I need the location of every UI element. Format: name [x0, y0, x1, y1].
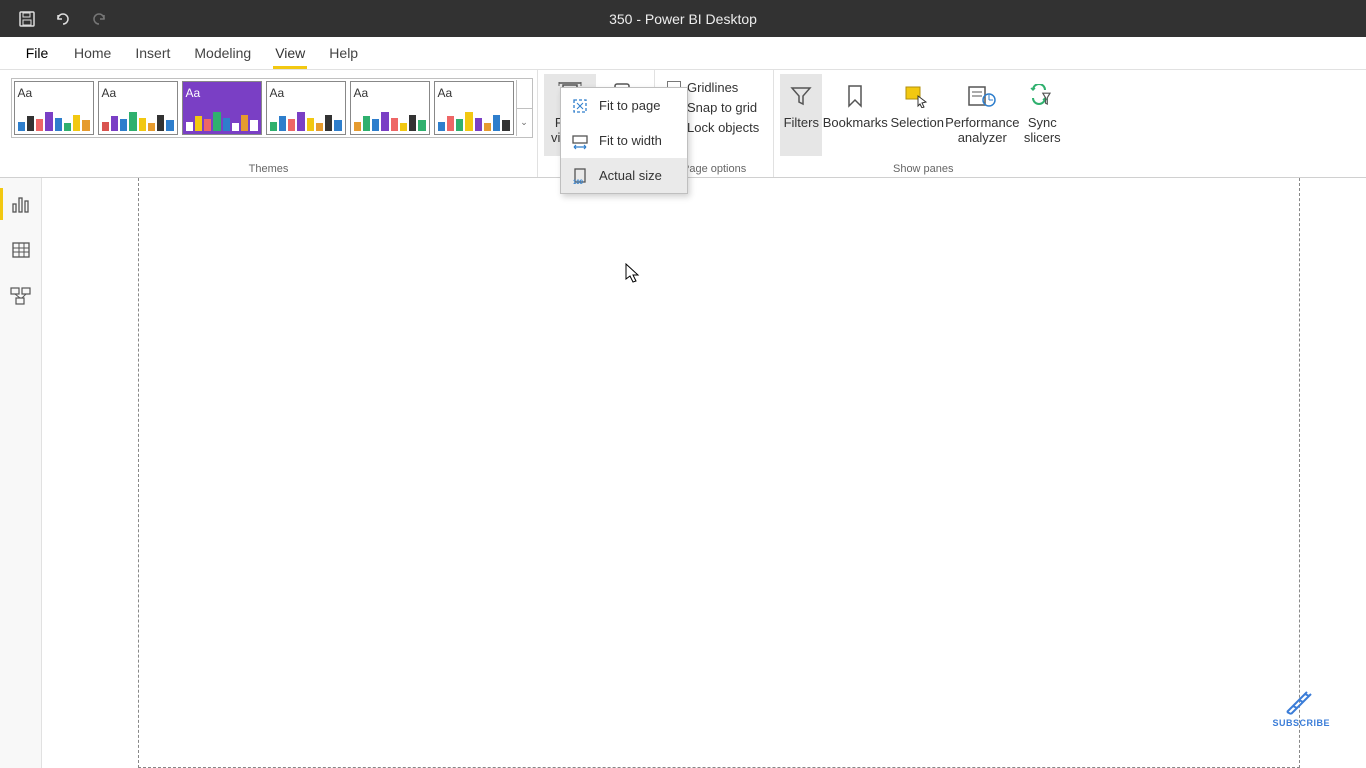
save-icon[interactable]: [18, 10, 36, 28]
themes-dropdown[interactable]: ⌄: [516, 80, 532, 136]
fit-width-icon: [571, 132, 589, 150]
selection-button[interactable]: Selection: [888, 74, 946, 156]
lock-label: Lock objects: [687, 120, 759, 135]
theme-aa-label: Aa: [270, 86, 285, 100]
theme-thumb-2[interactable]: Aa: [98, 81, 178, 135]
ribbon-tabs: File Home Insert Modeling View Help: [0, 37, 1366, 70]
group-themes: Aa Aa Aa Aa Aa Aa: [0, 70, 538, 177]
tab-home[interactable]: Home: [62, 36, 123, 69]
tab-insert[interactable]: Insert: [123, 36, 182, 69]
page-view-dropdown: Fit to page Fit to width 100 Actual size: [560, 87, 688, 194]
chevron-down-icon[interactable]: ⌄: [517, 109, 532, 137]
theme-aa-label: Aa: [186, 86, 201, 100]
subscribe-watermark: SUBSCRIBE: [1272, 684, 1330, 728]
tab-help[interactable]: Help: [317, 36, 370, 69]
redo-icon[interactable]: [90, 10, 108, 28]
fit-to-page-item[interactable]: Fit to page: [561, 88, 687, 123]
theme-aa-label: Aa: [354, 86, 369, 100]
selection-label: Selection: [891, 116, 944, 131]
tab-file[interactable]: File: [12, 36, 62, 69]
dna-icon: [1279, 684, 1323, 716]
filters-button[interactable]: Filters: [780, 74, 822, 156]
actual-size-item[interactable]: 100 Actual size: [561, 158, 687, 193]
theme-thumb-5[interactable]: Aa: [350, 81, 430, 135]
canvas-area: [42, 178, 1366, 768]
fit-page-label: Fit to page: [599, 98, 660, 113]
title-bar: 350 - Power BI Desktop: [0, 0, 1366, 37]
bookmarks-label: Bookmarks: [823, 116, 888, 131]
themes-gallery: Aa Aa Aa Aa Aa Aa: [11, 78, 533, 138]
filter-icon: [785, 80, 817, 112]
tab-view[interactable]: View: [263, 36, 317, 69]
sync-slicers-button[interactable]: Sync slicers: [1018, 74, 1066, 156]
model-view-button[interactable]: [9, 284, 33, 308]
filters-label: Filters: [784, 116, 819, 131]
undo-icon[interactable]: [54, 10, 72, 28]
theme-aa-label: Aa: [102, 86, 117, 100]
selection-icon: [901, 80, 933, 112]
left-nav: [0, 178, 42, 768]
performance-icon: [966, 80, 998, 112]
fit-to-width-item[interactable]: Fit to width: [561, 123, 687, 158]
fit-width-label: Fit to width: [599, 133, 662, 148]
actual-size-icon: 100: [571, 167, 589, 185]
snap-label: Snap to grid: [687, 100, 757, 115]
group-label-themes: Themes: [249, 163, 289, 175]
actual-size-label: Actual size: [599, 168, 662, 183]
report-view-button[interactable]: [9, 192, 33, 216]
theme-aa-label: Aa: [438, 86, 453, 100]
data-view-button[interactable]: [9, 238, 33, 262]
bookmarks-button[interactable]: Bookmarks: [822, 74, 888, 156]
performance-label: Performance analyzer: [945, 116, 1019, 146]
subscribe-label: SUBSCRIBE: [1272, 718, 1330, 728]
report-canvas[interactable]: [138, 178, 1300, 768]
bookmark-icon: [839, 80, 871, 112]
group-label-page-options: Page options: [682, 163, 746, 175]
tab-modeling[interactable]: Modeling: [182, 36, 263, 69]
sync-slicers-icon: [1026, 80, 1058, 112]
gridlines-label: Gridlines: [687, 80, 738, 95]
workspace: [0, 178, 1366, 768]
theme-thumb-1[interactable]: Aa: [14, 81, 94, 135]
group-label-show-panes: Show panes: [893, 163, 954, 175]
window-title: 350 - Power BI Desktop: [609, 11, 757, 27]
theme-thumb-4[interactable]: Aa: [266, 81, 346, 135]
theme-aa-label: Aa: [18, 86, 33, 100]
group-show-panes: Filters Bookmarks Selection Performance …: [774, 70, 1072, 177]
theme-thumb-6[interactable]: Aa: [434, 81, 514, 135]
sync-slicers-label: Sync slicers: [1018, 116, 1066, 146]
theme-thumb-3[interactable]: Aa: [182, 81, 262, 135]
svg-text:100: 100: [573, 180, 584, 185]
fit-page-icon: [571, 97, 589, 115]
performance-button[interactable]: Performance analyzer: [946, 74, 1018, 156]
